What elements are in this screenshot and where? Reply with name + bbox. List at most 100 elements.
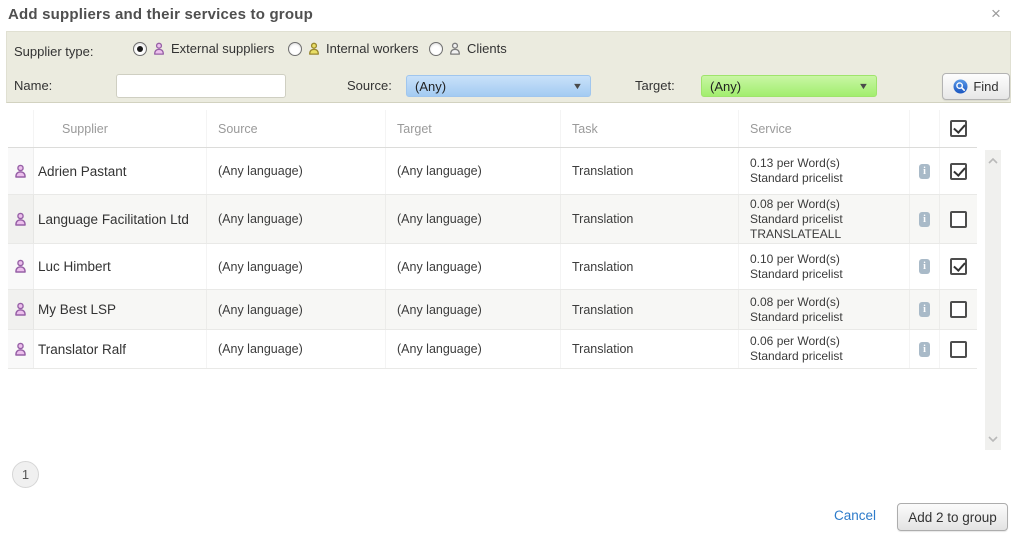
supplier-icon-cell (8, 244, 34, 289)
info-icon[interactable]: i (919, 302, 930, 317)
service-cell: 0.10 per Word(s)Standard pricelist (739, 244, 910, 289)
supplier-icon-cell (8, 148, 34, 194)
vertical-scrollbar[interactable] (985, 150, 1001, 450)
person-icon (307, 42, 321, 56)
supplier-name: My Best LSP (38, 302, 116, 317)
supplier-type-label: Supplier type: (14, 44, 94, 59)
target-cell: (Any language) (386, 244, 561, 289)
chevron-down-icon: ▼ (858, 81, 869, 91)
table-row: Translator Ralf(Any language)(Any langua… (8, 330, 977, 369)
target-cell: (Any language) (386, 195, 561, 243)
radio-button[interactable] (429, 42, 443, 56)
supplier-cell: Translator Ralf (34, 330, 207, 368)
info-icon[interactable]: i (919, 212, 930, 227)
info-cell: i (910, 195, 940, 243)
service-line: TRANSLATEALL (750, 227, 841, 242)
info-cell: i (910, 148, 940, 194)
pagination-page-1[interactable]: 1 (12, 461, 39, 488)
task-cell: Translation (561, 195, 739, 243)
table-row: My Best LSP(Any language)(Any language)T… (8, 290, 977, 330)
target-cell: (Any language) (386, 330, 561, 368)
select-all-checkbox[interactable] (950, 120, 967, 137)
checkbox-cell (940, 290, 977, 329)
person-icon (152, 42, 166, 56)
person-icon (13, 302, 28, 317)
task-cell: Translation (561, 244, 739, 289)
checkbox-cell (940, 195, 977, 243)
scroll-up-icon[interactable] (988, 158, 998, 164)
column-header-supplier: Supplier (34, 110, 207, 147)
supplier-name: Language Facilitation Ltd (38, 212, 189, 227)
service-cell: 0.06 per Word(s)Standard pricelist (739, 330, 910, 368)
supplier-type-option-label: Clients (467, 41, 507, 56)
filter-bar: Supplier type: External suppliers Intern… (6, 31, 1011, 103)
supplier-name: Translator Ralf (38, 342, 126, 357)
radio-button[interactable] (288, 42, 302, 56)
task-cell: Translation (561, 330, 739, 368)
row-checkbox[interactable] (950, 341, 967, 358)
task-cell: Translation (561, 290, 739, 329)
target-select-value: (Any) (710, 79, 741, 94)
row-checkbox[interactable] (950, 163, 967, 180)
person-icon (13, 259, 28, 274)
row-checkbox[interactable] (950, 211, 967, 228)
person-icon (13, 164, 28, 179)
row-checkbox[interactable] (950, 301, 967, 318)
chevron-down-icon: ▼ (572, 81, 583, 91)
supplier-type-option-label: External suppliers (171, 41, 274, 56)
supplier-type-row: Supplier type: External suppliers Intern… (7, 32, 1010, 69)
info-cell: i (910, 290, 940, 329)
info-icon[interactable]: i (919, 259, 930, 274)
supplier-name: Adrien Pastant (38, 164, 127, 179)
column-header-source: Source (207, 110, 386, 147)
supplier-type-option-label: Internal workers (326, 41, 418, 56)
source-cell: (Any language) (207, 148, 386, 194)
checkbox-cell (940, 330, 977, 368)
info-cell: i (910, 330, 940, 368)
service-line: Standard pricelist (750, 310, 843, 325)
source-cell: (Any language) (207, 290, 386, 329)
service-line: 0.10 per Word(s) (750, 252, 840, 267)
source-cell: (Any language) (207, 195, 386, 243)
info-icon[interactable]: i (919, 342, 930, 357)
target-select[interactable]: (Any) ▼ (701, 75, 877, 97)
service-line: 0.08 per Word(s) (750, 197, 840, 212)
table-row: Luc Himbert(Any language)(Any language)T… (8, 244, 977, 290)
table-body: Adrien Pastant(Any language)(Any languag… (8, 148, 977, 369)
supplier-type-option[interactable]: Clients (429, 41, 507, 56)
person-icon (13, 342, 28, 357)
supplier-cell: My Best LSP (34, 290, 207, 329)
name-input[interactable] (116, 74, 286, 98)
find-button-label: Find (973, 79, 998, 94)
supplier-icon-cell (8, 330, 34, 368)
person-icon (13, 212, 28, 227)
search-icon (953, 79, 968, 94)
scroll-down-icon[interactable] (988, 436, 998, 442)
service-line: 0.08 per Word(s) (750, 295, 840, 310)
name-label: Name: (14, 78, 52, 93)
service-line: Standard pricelist (750, 349, 843, 364)
service-cell: 0.08 per Word(s)Standard pricelistTRANSL… (739, 195, 910, 243)
source-select[interactable]: (Any) ▼ (406, 75, 591, 97)
find-button[interactable]: Find (942, 73, 1010, 100)
checkbox-cell (940, 244, 977, 289)
info-icon[interactable]: i (919, 164, 930, 179)
supplier-type-option[interactable]: Internal workers (288, 41, 418, 56)
supplier-type-option[interactable]: External suppliers (133, 41, 274, 56)
column-header-task: Task (561, 110, 739, 147)
supplier-icon-cell (8, 290, 34, 329)
cancel-button[interactable]: Cancel (834, 508, 876, 523)
service-line: Standard pricelist (750, 212, 843, 227)
supplier-icon-cell (8, 195, 34, 243)
supplier-name: Luc Himbert (38, 259, 111, 274)
row-checkbox[interactable] (950, 258, 967, 275)
close-icon[interactable]: × (987, 5, 1005, 23)
add-to-group-button[interactable]: Add 2 to group (897, 503, 1008, 531)
table-row: Adrien Pastant(Any language)(Any languag… (8, 148, 977, 195)
service-cell: 0.08 per Word(s)Standard pricelist (739, 290, 910, 329)
source-cell: (Any language) (207, 244, 386, 289)
header-info-spacer (910, 110, 940, 147)
source-select-value: (Any) (415, 79, 446, 94)
radio-button[interactable] (133, 42, 147, 56)
supplier-cell: Luc Himbert (34, 244, 207, 289)
